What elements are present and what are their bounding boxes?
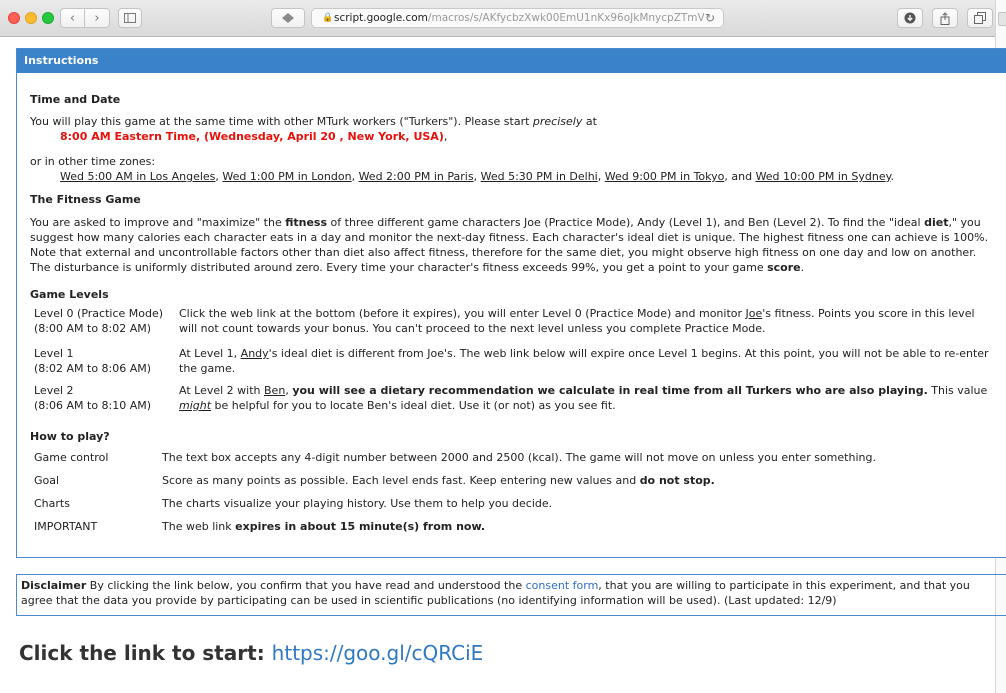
time-zone: Wed 10:00 PM in Sydney xyxy=(755,170,891,183)
level-name: Level 2 xyxy=(34,384,74,397)
howto-desc: The web link expires in about 15 minute(… xyxy=(162,520,486,533)
time-intro: You will play this game at the same time… xyxy=(30,115,597,128)
level-desc: Click the web link at the bottom (before… xyxy=(179,307,975,335)
sidebar-icon[interactable] xyxy=(118,8,142,28)
share-icon[interactable] xyxy=(932,8,958,28)
level-row: Level 1 (8:02 AM to 8:06 AM) At Level 1, … xyxy=(34,343,989,380)
new-tab-icon[interactable] xyxy=(998,12,1006,26)
url-text: script.google.com/macros/s/AKfycbzXwk00E… xyxy=(334,12,704,24)
level-row: Level 0 (Practice Mode) (8:00 AM to 8:02 … xyxy=(34,306,989,343)
howto-table: Game control The text box accepts any 4-… xyxy=(34,450,876,542)
panel-title: Instructions xyxy=(17,49,1006,73)
level-row: Level 2 (8:06 AM to 8:10 AM) At Level 2 w… xyxy=(34,380,989,416)
howto-heading: How to play? xyxy=(30,430,110,443)
howto-row: Goal Score as many points as possible. E… xyxy=(34,473,876,496)
nav-group: ‹ › xyxy=(60,8,110,28)
address-bar[interactable]: 🔒 script.google.com/macros/s/AKfycbzXwk0… xyxy=(311,8,724,28)
time-zone: Wed 9:00 PM in Tokyo xyxy=(604,170,725,183)
zones-intro: or in other time zones: xyxy=(30,155,156,168)
fitness-heading: The Fitness Game xyxy=(30,193,141,206)
start-label: Click the link to start: xyxy=(19,641,265,665)
zoom-light[interactable] xyxy=(42,12,54,24)
start-line: Click the link to start: https://goo.gl/… xyxy=(19,641,483,665)
time-zone: Wed 5:00 AM in Los Angeles xyxy=(60,170,216,183)
time-zone: Wed 2:00 PM in Paris xyxy=(358,170,474,183)
level-desc: At Level 1, Andy's ideal diet is differe… xyxy=(179,347,989,375)
howto-row: IMPORTANT The web link expires in about … xyxy=(34,519,876,542)
disclaimer-label: Disclaimer xyxy=(21,579,87,592)
disclaimer-box: Disclaimer By clicking the link below, y… xyxy=(16,574,1006,616)
levels-heading: Game Levels xyxy=(30,288,109,301)
howto-desc: Score as many points as possible. Each l… xyxy=(162,474,715,487)
download-icon[interactable] xyxy=(897,8,923,28)
lock-icon: 🔒 xyxy=(322,13,334,23)
instructions-panel: Instructions Time and Date You will play… xyxy=(16,48,1006,558)
time-zone: Wed 5:30 PM in Delhi xyxy=(480,170,598,183)
time-zone: Wed 1:00 PM in London xyxy=(222,170,352,183)
howto-label: Game control xyxy=(34,451,109,464)
time-zones-list: Wed 5:00 AM in Los Angeles, Wed 1:00 PM … xyxy=(60,170,895,183)
close-light[interactable] xyxy=(8,12,20,24)
fitness-text: You are asked to improve and "maximize" … xyxy=(30,216,989,274)
consent-form-link[interactable]: consent form xyxy=(526,579,599,592)
level-time: (8:00 AM to 8:02 AM) xyxy=(34,322,152,335)
level-time: (8:02 AM to 8:06 AM) xyxy=(34,362,152,375)
reload-icon[interactable]: ↻ xyxy=(705,9,715,27)
howto-row: Charts The charts visualize your playing… xyxy=(34,496,876,519)
howto-desc: The text box accepts any 4-digit number … xyxy=(162,451,876,464)
minimize-light[interactable] xyxy=(25,12,37,24)
tabs-icon[interactable] xyxy=(967,8,993,28)
howto-row: Game control The text box accepts any 4-… xyxy=(34,450,876,473)
level-name: Level 1 xyxy=(34,347,74,360)
howto-desc: The charts visualize your playing histor… xyxy=(162,497,553,510)
forward-icon[interactable]: › xyxy=(85,8,110,28)
level-desc: At Level 2 with Ben, you will see a diet… xyxy=(179,384,988,412)
time-heading: Time and Date xyxy=(30,93,121,106)
level-name: Level 0 (Practice Mode) xyxy=(34,307,164,320)
extension-icon[interactable] xyxy=(271,8,305,28)
howto-label: IMPORTANT xyxy=(34,520,98,533)
start-time: 8:00 AM Eastern Time, (Wednesday, April … xyxy=(60,130,448,143)
howto-label: Charts xyxy=(34,497,70,510)
howto-label: Goal xyxy=(34,474,60,487)
back-icon[interactable]: ‹ xyxy=(60,8,85,28)
levels-table: Level 0 (Practice Mode) (8:00 AM to 8:02 … xyxy=(34,306,989,416)
start-link[interactable]: https://goo.gl/cQRCiE xyxy=(272,641,484,665)
level-time: (8:06 AM to 8:10 AM) xyxy=(34,399,152,412)
browser-toolbar: ‹ › 🔒 script.google.com/macros/s/AKfycbz… xyxy=(0,0,1006,37)
